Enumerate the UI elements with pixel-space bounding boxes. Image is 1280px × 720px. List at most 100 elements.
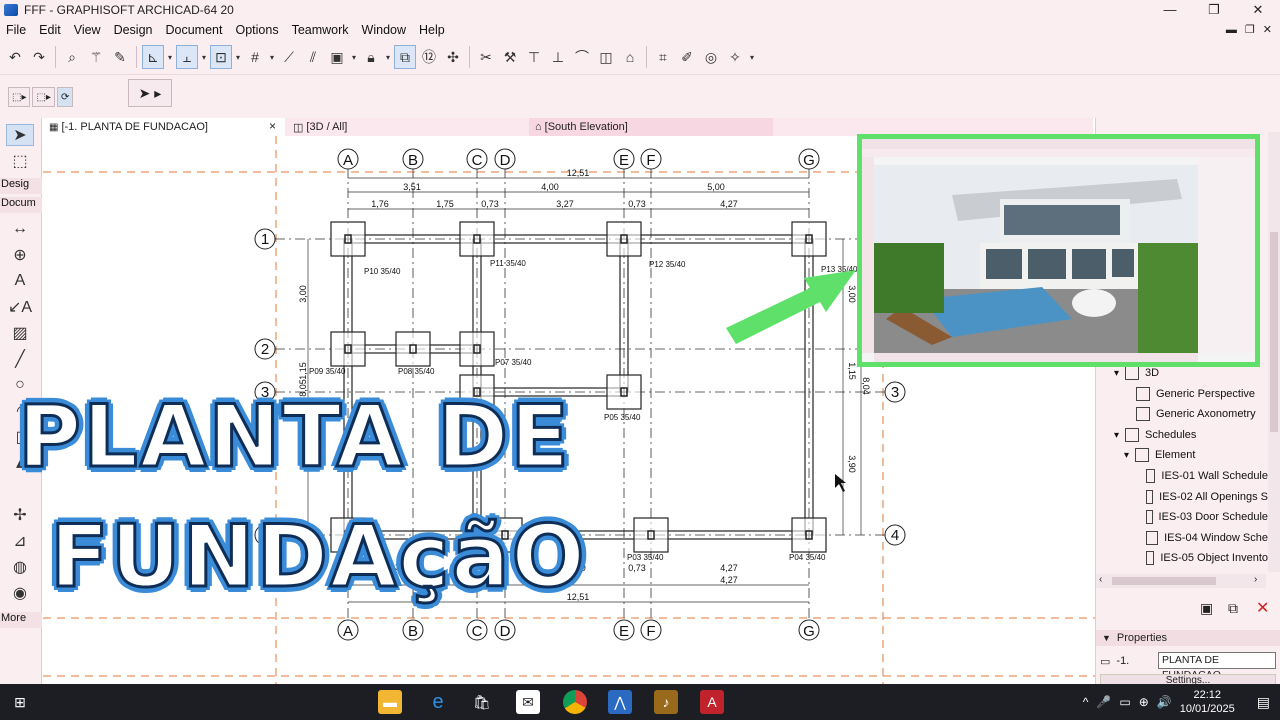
menu-window[interactable]: Window [356,23,413,37]
dropdown-arrow-icon[interactable]: ▾ [166,53,174,62]
app-taskbar-icon[interactable]: ♪ [654,690,678,714]
expand-arrow-icon[interactable]: ▾ [1114,368,1119,379]
navigator-hscrollbar[interactable]: ‹ › [1096,574,1266,588]
lock-icon[interactable]: 🔒︎ [360,45,382,69]
doc-close-button[interactable]: ✕ [1263,20,1272,40]
guide-lines-icon[interactable]: ⊾ [142,45,164,69]
scroll-thumb[interactable] [1270,232,1278,432]
suspend-groups-icon[interactable]: ⧉ [394,45,416,69]
tray-expand-icon[interactable]: ^ [1083,695,1089,709]
archicad-taskbar-icon[interactable]: ⋀ [608,690,632,714]
grid-snap-icon[interactable]: # [244,45,266,69]
tab-south-elevation[interactable]: ⌂ [South Elevation] [529,118,773,136]
adjust-icon[interactable]: ⊤ [523,45,545,69]
magic-wand-icon[interactable]: ⚚ [85,45,107,69]
trace-icon[interactable]: ⟋ [278,45,300,69]
level-dimension-icon[interactable]: ⊕ [6,244,34,266]
expand-arrow-icon[interactable]: ▾ [1114,430,1119,441]
navigator-item[interactable]: IES-03 Door Schedule [1146,507,1268,527]
dropdown-arrow-icon[interactable]: ▾ [350,53,358,62]
magic-wand-2-icon[interactable]: ⚒ [499,45,521,69]
renumber-icon[interactable]: ⑫ [418,45,440,69]
microphone-icon[interactable]: 🎤 [1096,695,1111,709]
tab-3d-all[interactable]: ◫ [3D / All] [287,118,527,136]
line-tool-icon[interactable]: ╱ [6,348,34,370]
worksheet-tool-icon[interactable]: ◍ [6,556,34,578]
scroll-right-icon[interactable]: › [1254,574,1257,585]
windows-start-icon[interactable]: ⊞ [8,690,32,714]
dropdown-arrow-icon[interactable]: ▾ [234,53,242,62]
network-icon[interactable]: ⊕ [1139,695,1149,709]
menu-design[interactable]: Design [108,23,160,37]
menu-view[interactable]: View [68,23,108,37]
navigator-item[interactable]: IES-05 Object Invento [1146,548,1268,568]
menu-help[interactable]: Help [413,23,452,37]
edit-pen-icon[interactable]: ✐ [676,45,698,69]
navigator-item[interactable]: Generic Perspective [1136,384,1268,404]
volume-icon[interactable]: 🔊 [1157,695,1172,709]
fillet-icon[interactable]: ⌒ [571,45,593,69]
notifications-icon[interactable]: ▤ [1257,694,1270,711]
snap-points-icon[interactable]: ⊡ [210,45,232,69]
design-section-label[interactable]: Desig [0,178,42,194]
dropdown-arrow-icon[interactable]: ▾ [200,53,208,62]
marquee-icon[interactable]: ⌗ [652,45,674,69]
scissors-icon[interactable]: ✂ [475,45,497,69]
arrow-select-icon[interactable]: ➤ [6,124,34,146]
mail-icon[interactable]: ✉ [516,690,540,714]
render-icon[interactable]: ✧ [724,45,746,69]
store-icon[interactable]: 🛍︎ [470,690,494,714]
explode-icon[interactable]: ✣ [442,45,464,69]
trim-icon[interactable]: ⌂ [619,45,641,69]
navigator-item[interactable]: IES-02 All Openings S [1146,487,1268,507]
section-tool-icon[interactable]: ⊿ [6,530,34,552]
marquee-shape-icon[interactable]: ⬚▸ [32,87,55,107]
intersect-icon[interactable]: ⊥ [547,45,569,69]
menu-teamwork[interactable]: Teamwork [286,23,356,37]
hotspot-tool-icon[interactable]: ✢ [6,504,34,526]
text-tool-icon[interactable]: A [6,270,34,292]
find-select-icon[interactable]: ⌕ [61,45,83,69]
view-name-field[interactable]: PLANTA DE FUNDACAO [1158,652,1276,681]
delete-view-icon[interactable]: ✕ [1256,598,1269,618]
autocad-taskbar-icon[interactable]: A [700,690,724,714]
scroll-left-icon[interactable]: ‹ [1099,574,1102,585]
marquee-tool-icon[interactable]: ⬚ [6,150,34,172]
selection-method-icon[interactable]: ⬚▸ [8,87,31,107]
edge-browser-icon[interactable]: e [426,690,450,714]
close-button[interactable]: ✕ [1236,0,1280,20]
dropdown-arrow-icon[interactable]: ▾ [748,53,756,62]
battery-icon[interactable]: ▭ [1119,695,1130,709]
hscroll-thumb[interactable] [1112,577,1216,585]
menu-edit[interactable]: Edit [33,23,68,37]
circle-tool-icon[interactable]: ○ [6,374,34,396]
dimension-tool-icon[interactable]: ↔ [6,218,34,240]
navigator-scrollbar[interactable] [1268,132,1280,572]
fill-tool-icon[interactable]: ▨ [6,322,34,344]
chrome-icon[interactable] [563,690,587,714]
doc-minimize-button[interactable]: ▬ [1226,20,1237,40]
navigator-item[interactable]: ▾ Element [1124,445,1268,465]
tab-planta-de-fundacao[interactable]: ▦ [-1. PLANTA DE FUNDACAO] × [43,118,285,136]
snap-guides-icon[interactable]: ⫠ [176,45,198,69]
new-view-icon[interactable]: ▣ [1200,600,1213,617]
change-tool-icon[interactable]: ◉ [6,582,34,604]
minimize-button[interactable]: — [1148,0,1192,20]
layers-icon[interactable]: ▣ [326,45,348,69]
navigator-item[interactable]: ▾ Schedules [1114,425,1268,445]
eyedropper-icon[interactable]: ✎ [109,45,131,69]
menu-file[interactable]: File [0,23,33,37]
menu-options[interactable]: Options [229,23,285,37]
expand-arrow-icon[interactable]: ▾ [1124,450,1129,461]
navigator-item[interactable]: Generic Axonometry [1136,404,1268,424]
polyline-tool-icon[interactable]: ◜ [6,400,34,422]
redo-icon[interactable]: ↷ [28,45,50,69]
view-settings-icon[interactable]: ◎ [700,45,722,69]
drawing-tool-icon[interactable]: ▯ [6,426,34,448]
menu-document[interactable]: Document [160,23,230,37]
arrow-tool-icon[interactable]: ➤ ▸ [128,79,172,107]
close-tab-icon[interactable]: × [269,119,276,133]
properties-header[interactable]: ▼ Properties [1096,630,1280,646]
undo-icon[interactable]: ↶ [4,45,26,69]
navigator-item[interactable]: IES-04 Window Sche [1146,528,1268,548]
